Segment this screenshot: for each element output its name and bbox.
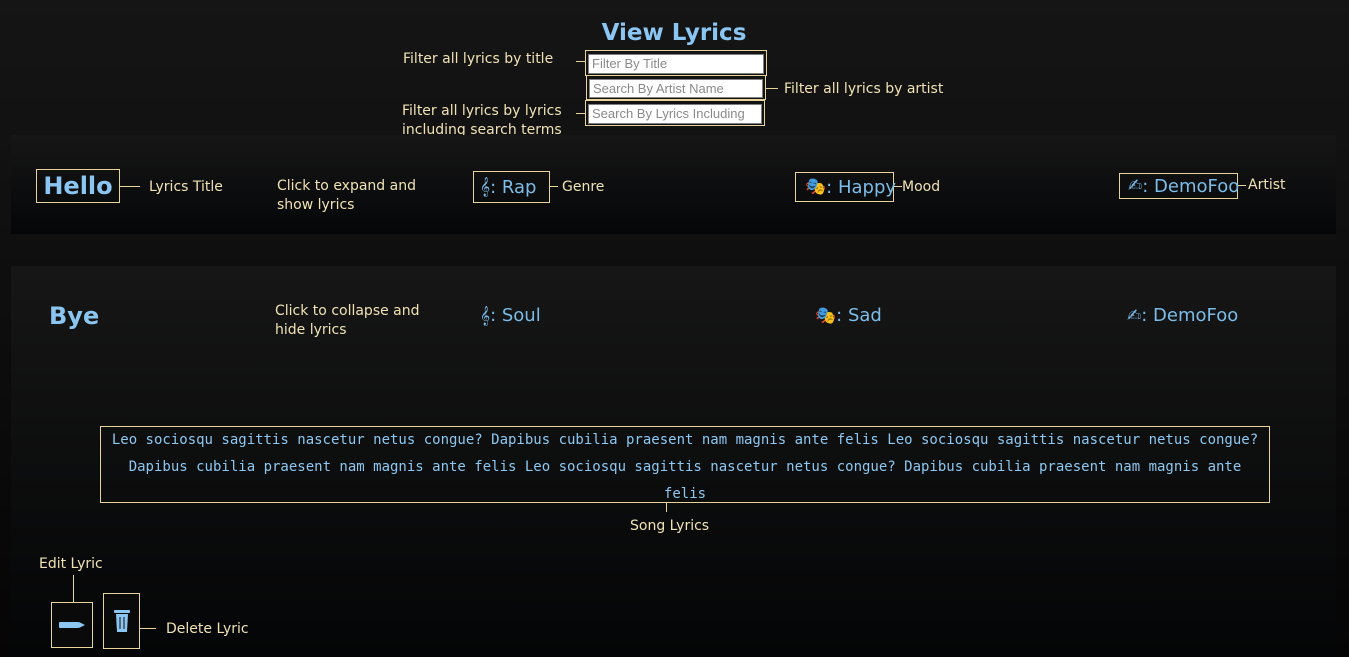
collapse-hint: Click to collapse and hide lyrics [275, 303, 420, 338]
mood-box: 🎭 : Happy [795, 172, 897, 202]
mood-annotation: Mood [902, 179, 941, 195]
edit-lyric-button[interactable] [51, 602, 93, 648]
pencil-icon [59, 622, 85, 628]
lyrics-filter-box [585, 100, 765, 126]
trash-can-icon [113, 610, 130, 632]
artist-annotation: Artist [1248, 177, 1286, 193]
title-filter-input[interactable] [588, 53, 764, 74]
theater-masks-icon: 🎭 [805, 177, 827, 197]
title-filter-box [585, 50, 767, 76]
artist-filter-box [586, 75, 766, 100]
treble-clef-icon: 𝄞 [480, 305, 491, 326]
genre-box: 𝄞 : Rap [473, 171, 550, 203]
artist-box: ✍ : DemoFoo [1119, 173, 1240, 199]
genre-display: 𝄞 : Soul [480, 305, 541, 326]
page-title: View Lyrics [601, 20, 747, 46]
lyrics-filter-input[interactable] [588, 103, 762, 124]
lyric-title[interactable]: Bye [49, 302, 99, 330]
writing-hand-icon: ✍ [1128, 176, 1143, 196]
genre-value: : Rap [490, 176, 537, 198]
artist-filter-annotation: Filter all lyrics by artist [784, 81, 944, 97]
lyric-title-box[interactable]: Hello [36, 169, 120, 203]
mood-display: 🎭 : Sad [815, 305, 882, 326]
lyrics-title-annotation: Lyrics Title [149, 179, 223, 195]
song-lyrics: Leo sociosqu sagittis nascetur netus con… [100, 426, 1270, 503]
artist-filter-input[interactable] [589, 79, 763, 98]
writing-hand-icon: ✍ [1127, 305, 1142, 326]
artist-value: : DemoFoo [1141, 305, 1239, 326]
genre-annotation: Genre [562, 179, 605, 195]
theater-masks-icon: 🎭 [815, 305, 837, 326]
artist-display: ✍ : DemoFoo [1127, 305, 1238, 326]
lyric-title: Hello [43, 172, 113, 200]
delete-lyric-button[interactable] [103, 593, 140, 649]
expand-hint: Click to expand and show lyrics [277, 178, 416, 213]
treble-clef-icon: 𝄞 [480, 177, 491, 197]
edit-annotation: Edit Lyric [39, 556, 103, 572]
title-filter-annotation: Filter all lyrics by title [403, 51, 554, 67]
song-lyrics-annotation: Song Lyrics [630, 518, 710, 534]
mood-value: : Happy [826, 176, 897, 198]
artist-value: : DemoFoo [1142, 175, 1240, 197]
genre-value: : Soul [490, 305, 541, 326]
delete-annotation: Delete Lyric [166, 621, 249, 637]
mood-value: : Sad [836, 305, 882, 326]
